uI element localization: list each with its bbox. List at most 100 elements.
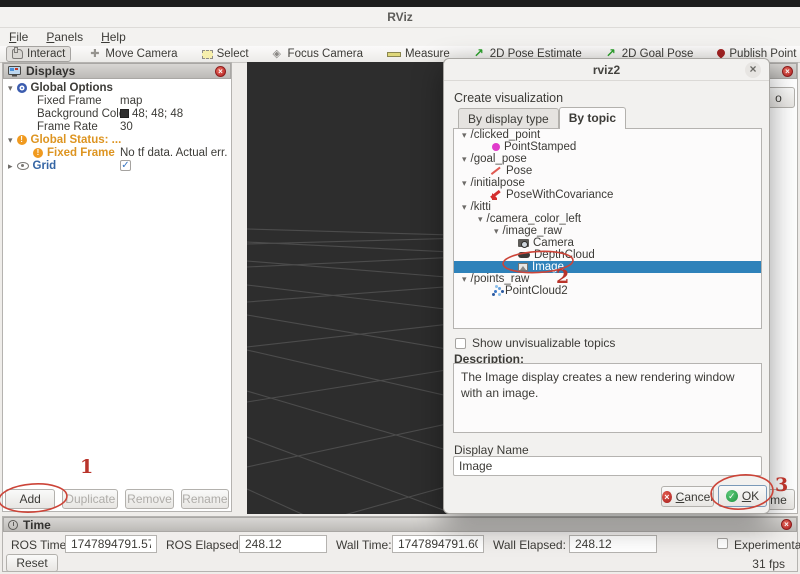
- tree-row-global-status[interactable]: Global Status: ...: [3, 133, 231, 146]
- tool-move-camera[interactable]: Move Camera: [85, 47, 182, 61]
- tree-row-topic[interactable]: /initialpose: [454, 177, 761, 189]
- time-panel-title: Time: [23, 518, 51, 532]
- tree-row-display[interactable]: PoseWithCovariance: [454, 189, 761, 201]
- wall-elapsed-field[interactable]: [569, 535, 657, 553]
- tree-row-fixed-frame[interactable]: Fixed Frame map: [3, 94, 231, 107]
- menu-file[interactable]: File: [0, 28, 37, 46]
- tree-row-topic[interactable]: /image_raw: [454, 225, 761, 237]
- tool-select[interactable]: Select: [197, 47, 254, 61]
- expander-icon[interactable]: [462, 129, 467, 141]
- show-unvisualizable-label: Show unvisualizable topics: [472, 336, 615, 350]
- time-close-icon[interactable]: [781, 519, 792, 530]
- expander-icon[interactable]: [478, 213, 483, 225]
- tab-by-topic[interactable]: By topic: [559, 107, 626, 129]
- reset-button[interactable]: Reset: [6, 554, 58, 572]
- select-box-icon: [202, 50, 213, 59]
- window-titlebar: RViz: [0, 7, 800, 28]
- expander-icon[interactable]: [494, 225, 499, 237]
- interact-hand-icon: [12, 49, 23, 59]
- tab-by-display-type[interactable]: By display type: [458, 108, 559, 129]
- tree-row-fixed-frame-status[interactable]: Fixed Frame No tf data. Actual err...: [3, 146, 231, 159]
- dialog-close-icon[interactable]: ×: [745, 62, 761, 78]
- tree-row-display[interactable]: PointCloud2: [454, 285, 761, 297]
- fixed-frame-value[interactable]: map: [120, 95, 142, 107]
- ros-elapsed-label: ROS Elapsed:: [166, 538, 242, 552]
- ok-button[interactable]: OK: [718, 485, 767, 507]
- ros-time-field[interactable]: [65, 535, 157, 553]
- tree-row-display[interactable]: Pose: [454, 165, 761, 177]
- color-swatch: [120, 109, 129, 118]
- description-box: The Image display creates a new renderin…: [453, 363, 762, 433]
- rename-button[interactable]: Rename: [181, 489, 229, 509]
- menu-panels[interactable]: Panels: [37, 28, 92, 46]
- ros-time-label: ROS Time:: [11, 538, 70, 552]
- displays-panel-title: Displays: [26, 64, 75, 78]
- display-name-label: Display Name: [454, 443, 529, 457]
- wall-time-field[interactable]: [392, 535, 484, 553]
- warning-icon: [17, 135, 27, 145]
- display-name-input[interactable]: [453, 456, 762, 476]
- measure-ruler-icon: [387, 52, 401, 57]
- expander-icon[interactable]: [8, 82, 13, 94]
- show-unvisualizable-checkbox[interactable]: [455, 338, 466, 349]
- tool-focus-camera[interactable]: Focus Camera: [268, 47, 368, 61]
- ros-elapsed-field[interactable]: [239, 535, 327, 553]
- tree-row-display[interactable]: Camera: [454, 237, 761, 249]
- displays-panel: Displays Global Options Fixed Frame map …: [2, 62, 232, 512]
- tree-row-topic[interactable]: /kitti: [454, 201, 761, 213]
- time-panel-header[interactable]: Time: [3, 517, 797, 532]
- expander-icon[interactable]: [8, 134, 13, 146]
- cancel-x-icon: [662, 491, 672, 503]
- displays-tree: Global Options Fixed Frame map Backgroun…: [3, 79, 231, 485]
- tree-row-topic[interactable]: /goal_pose: [454, 153, 761, 165]
- wall-time-label: Wall Time:: [336, 538, 392, 552]
- ok-check-icon: [726, 490, 738, 502]
- views-close-icon[interactable]: [782, 66, 793, 77]
- displays-panel-header[interactable]: Displays: [3, 63, 231, 79]
- displays-close-icon[interactable]: [215, 66, 226, 77]
- tree-row-topic[interactable]: /camera_color_left: [454, 213, 761, 225]
- gear-icon: [17, 83, 27, 93]
- tree-row-grid[interactable]: Grid: [3, 159, 231, 172]
- tree-row-display[interactable]: PointStamped: [454, 141, 761, 153]
- wall-elapsed-label: Wall Elapsed:: [493, 538, 566, 552]
- grid-enabled-checkbox[interactable]: [120, 160, 131, 171]
- fixed-frame-status-value: No tf data. Actual err...: [120, 147, 228, 159]
- pose-arrow-icon: [492, 166, 502, 176]
- tree-row-display-image-selected[interactable]: Image: [454, 261, 761, 273]
- duplicate-button[interactable]: Duplicate: [62, 489, 118, 509]
- description-text: The Image display creates a new renderin…: [461, 370, 734, 400]
- frame-rate-value[interactable]: 30: [120, 121, 133, 133]
- expander-icon[interactable]: [462, 153, 467, 165]
- topic-tree: /clicked_point PointStamped /goal_pose P…: [453, 128, 762, 329]
- dialog-heading: Create visualization: [454, 91, 563, 105]
- eye-icon: [17, 162, 29, 170]
- fps-counter: 31 fps: [752, 557, 785, 571]
- remove-button[interactable]: Remove: [125, 489, 173, 509]
- tool-interact[interactable]: Interact: [6, 46, 71, 62]
- tree-row-frame-rate[interactable]: Frame Rate 30: [3, 120, 231, 133]
- tree-row-topic[interactable]: /points_raw: [454, 273, 761, 285]
- expander-icon[interactable]: [462, 273, 467, 285]
- add-display-dialog: rviz2 × Create visualization By display …: [443, 58, 770, 514]
- tree-row-topic[interactable]: /clicked_point: [454, 129, 761, 141]
- background-color-value[interactable]: 48; 48; 48: [120, 108, 183, 120]
- expander-icon[interactable]: [462, 177, 467, 189]
- menu-help[interactable]: Help: [92, 28, 135, 46]
- tree-row-global-options[interactable]: Global Options: [3, 81, 231, 94]
- tree-row-background-color[interactable]: Background Color 48; 48; 48: [3, 107, 231, 120]
- point-stamped-icon: [492, 143, 500, 151]
- expander-icon[interactable]: [8, 160, 13, 172]
- pointcloud2-icon: [494, 290, 497, 293]
- add-button[interactable]: Add: [5, 489, 55, 509]
- cancel-button[interactable]: Cancel: [661, 486, 714, 507]
- experimental-checkbox[interactable]: [717, 538, 728, 549]
- displays-buttons-row: Add Duplicate Remove Rename: [3, 487, 231, 511]
- window-title: RViz: [387, 10, 413, 24]
- tree-row-display[interactable]: DepthCloud: [454, 249, 761, 261]
- expander-icon[interactable]: [462, 201, 467, 213]
- dialog-tabs: By display type By topic: [458, 107, 626, 129]
- show-unvisualizable-row: Show unvisualizable topics: [455, 336, 615, 350]
- displays-monitor-icon: [8, 66, 21, 77]
- dialog-titlebar[interactable]: rviz2 ×: [444, 59, 769, 81]
